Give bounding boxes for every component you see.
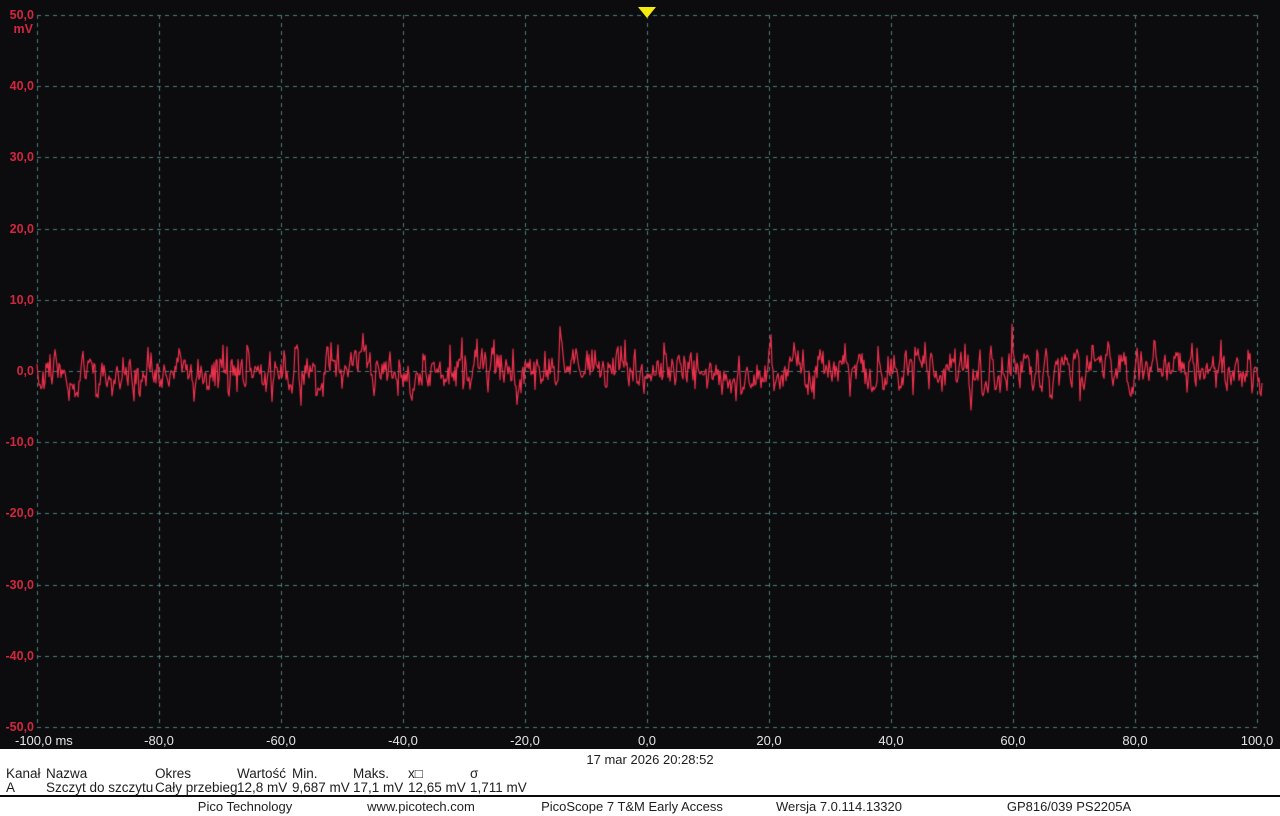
measurement-value: Cały przebieg: [155, 780, 238, 795]
info-panel: 17 mar 2026 20:28:52 Kanał Nazwa Okres Wart…: [0, 749, 1280, 816]
y-axis-tick-label: 0,0: [16, 364, 34, 378]
x-axis-tick-label: -80,0: [144, 733, 174, 748]
x-axis-tick-label: 0,0: [637, 733, 657, 748]
picoscope-capture-view: 50,0 mV 40,0 30,0 20,0 10,0 0,0 -10,0 -20,0 -30,0…: [0, 0, 1280, 816]
y-axis-tick-label: -40,0: [5, 648, 35, 663]
measurement-column-header: Okres: [155, 766, 192, 781]
measurement-value: 12,65 mV: [408, 780, 466, 795]
x-axis-tick-label: 60,0: [1000, 733, 1026, 748]
footer-version: Wersja 7.0.114.13320: [776, 799, 902, 814]
measurement-column-header: Min.: [292, 766, 318, 781]
y-axis-tick-label: -20,0: [5, 506, 35, 521]
footer-website: www.picotech.com: [367, 799, 475, 814]
y-axis-tick-label: 50,0: [9, 8, 34, 22]
x-axis-tick-label: 40,0: [878, 733, 904, 748]
y-axis-tick-label: 10,0: [9, 292, 34, 307]
measurement-value: 9,687 mV: [292, 780, 350, 795]
measurement-column-header: Nazwa: [46, 766, 88, 781]
measurement-value: A: [6, 780, 16, 795]
x-axis-tick-label: -100,0 ms: [15, 733, 73, 748]
y-axis-tick-label: -30,0: [5, 577, 35, 592]
scope-graph-canvas[interactable]: [0, 0, 1280, 749]
measurement-value: 1,711 mV: [470, 780, 527, 795]
measurement-value: 17,1 mV: [353, 780, 404, 795]
x-axis-tick-label: 80,0: [1122, 733, 1148, 748]
y-axis-tick-label: 20,0: [9, 221, 34, 236]
measurement-value: 12,8 mV: [237, 780, 288, 795]
measurement-column-header: Kanał: [6, 766, 41, 781]
measurement-column-header: Maks.: [353, 766, 390, 781]
footer-company: Pico Technology: [197, 799, 293, 814]
y-axis-tick-label: -50,0: [5, 720, 35, 734]
footer-product: PicoScope 7 T&M Early Access: [541, 799, 723, 814]
trigger-marker-icon[interactable]: [638, 7, 656, 18]
measurement-column-header: σ: [470, 766, 479, 781]
measurement-column-header: Wartość: [237, 766, 287, 781]
waveform-plot-area: 50,0 mV 40,0 30,0 20,0 10,0 0,0 -10,0 -20,0 -30,0…: [0, 0, 1280, 749]
y-axis-tick-label: 40,0: [9, 79, 34, 94]
y-axis-tick-label: 30,0: [9, 150, 34, 165]
x-axis-tick-label: -20,0: [510, 733, 540, 748]
x-axis-tick-label: -60,0: [266, 733, 296, 748]
measurement-column-header: x□: [408, 766, 423, 781]
x-axis-tick-label: -40,0: [388, 733, 418, 748]
footer-device-id: GP816/039 PS2205A: [1006, 799, 1132, 814]
measurement-value: Szczyt do szczytu: [46, 780, 154, 795]
capture-timestamp: 17 mar 2026 20:28:52: [586, 752, 714, 767]
x-axis-tick-label: 20,0: [756, 733, 782, 748]
y-axis-tick-label: -10,0: [5, 435, 35, 450]
x-axis-tick-label: 100,0: [1240, 733, 1274, 748]
footer-bar: Pico Technology www.picotech.com PicoScope…: [0, 795, 1280, 816]
y-axis-unit-label: mV: [13, 22, 33, 36]
